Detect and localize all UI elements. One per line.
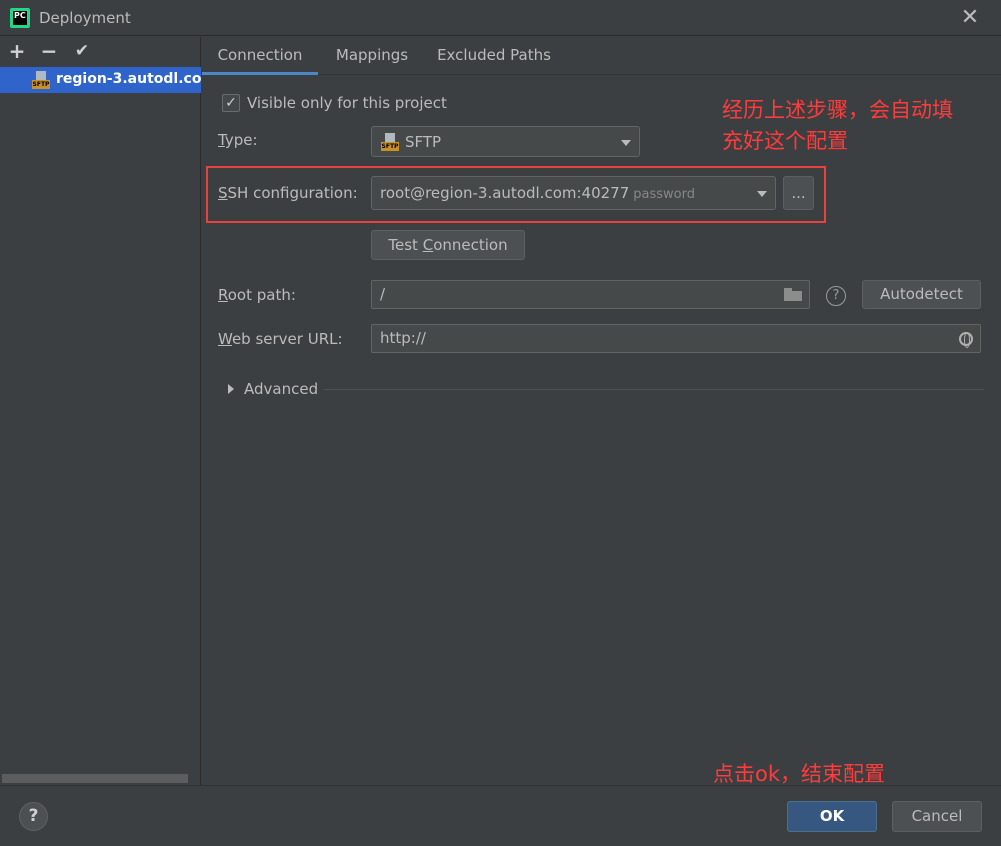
type-value: SFTP	[405, 133, 442, 151]
root-path-label: Root path:	[218, 286, 296, 304]
close-button[interactable]: ✕	[958, 6, 982, 30]
help-button[interactable]: ?	[19, 802, 48, 831]
visible-only-label: Visible only for this project	[247, 94, 447, 112]
type-label: Type:	[218, 131, 258, 149]
sftp-icon: SFTP	[381, 133, 399, 151]
root-path-input[interactable]: /	[371, 280, 810, 309]
annotation-highlight-box	[206, 166, 826, 223]
pycharm-logo-icon	[10, 8, 30, 28]
server-list-pane: + − ✔ SFTP region-3.autodl.com	[0, 37, 201, 785]
chevron-right-icon	[228, 384, 234, 394]
tab-excluded-paths[interactable]: Excluded Paths	[428, 37, 560, 75]
advanced-divider	[324, 389, 984, 390]
title-bar: Deployment ✕	[0, 0, 1001, 36]
horizontal-scrollbar[interactable]	[2, 774, 188, 783]
cancel-button[interactable]: Cancel	[892, 801, 982, 832]
window-title: Deployment	[39, 9, 131, 27]
type-dropdown[interactable]: SFTP SFTP	[371, 126, 640, 157]
ok-button[interactable]: OK	[787, 801, 877, 832]
globe-icon[interactable]	[959, 332, 973, 348]
web-server-url-input[interactable]: http://	[371, 324, 981, 353]
test-connection-button[interactable]: Test Connection	[371, 230, 525, 260]
remove-server-button[interactable]: −	[37, 39, 61, 63]
tab-connection[interactable]: Connection	[202, 37, 318, 75]
visible-only-checkbox[interactable]: ✓	[222, 94, 240, 112]
sftp-icon: SFTP	[32, 71, 50, 89]
chevron-down-icon	[621, 140, 631, 146]
settings-pane: Connection Mappings Excluded Paths ✓ Vis…	[202, 37, 1001, 785]
autodetect-button[interactable]: Autodetect	[862, 280, 981, 309]
add-server-button[interactable]: +	[5, 39, 29, 63]
dialog-button-bar: ? OK Cancel	[0, 785, 1001, 846]
help-icon[interactable]: ?	[826, 286, 846, 306]
server-list-toolbar: + − ✔	[0, 37, 201, 65]
tab-bar: Connection Mappings Excluded Paths	[202, 37, 1001, 75]
annotation-text-top-line2: 充好这个配置	[722, 129, 848, 153]
set-default-button[interactable]: ✔	[70, 39, 94, 63]
web-server-url-label: Web server URL:	[218, 330, 343, 348]
web-server-url-value: http://	[380, 329, 426, 347]
server-list-item-label: region-3.autodl.com	[56, 71, 201, 87]
annotation-text-top-line1: 经历上述步骤，会自动填	[722, 98, 953, 122]
folder-icon[interactable]	[784, 288, 802, 301]
advanced-label: Advanced	[244, 380, 319, 398]
server-list-item[interactable]: SFTP region-3.autodl.com	[0, 67, 201, 93]
root-path-value: /	[380, 285, 386, 303]
tab-mappings[interactable]: Mappings	[322, 37, 422, 75]
